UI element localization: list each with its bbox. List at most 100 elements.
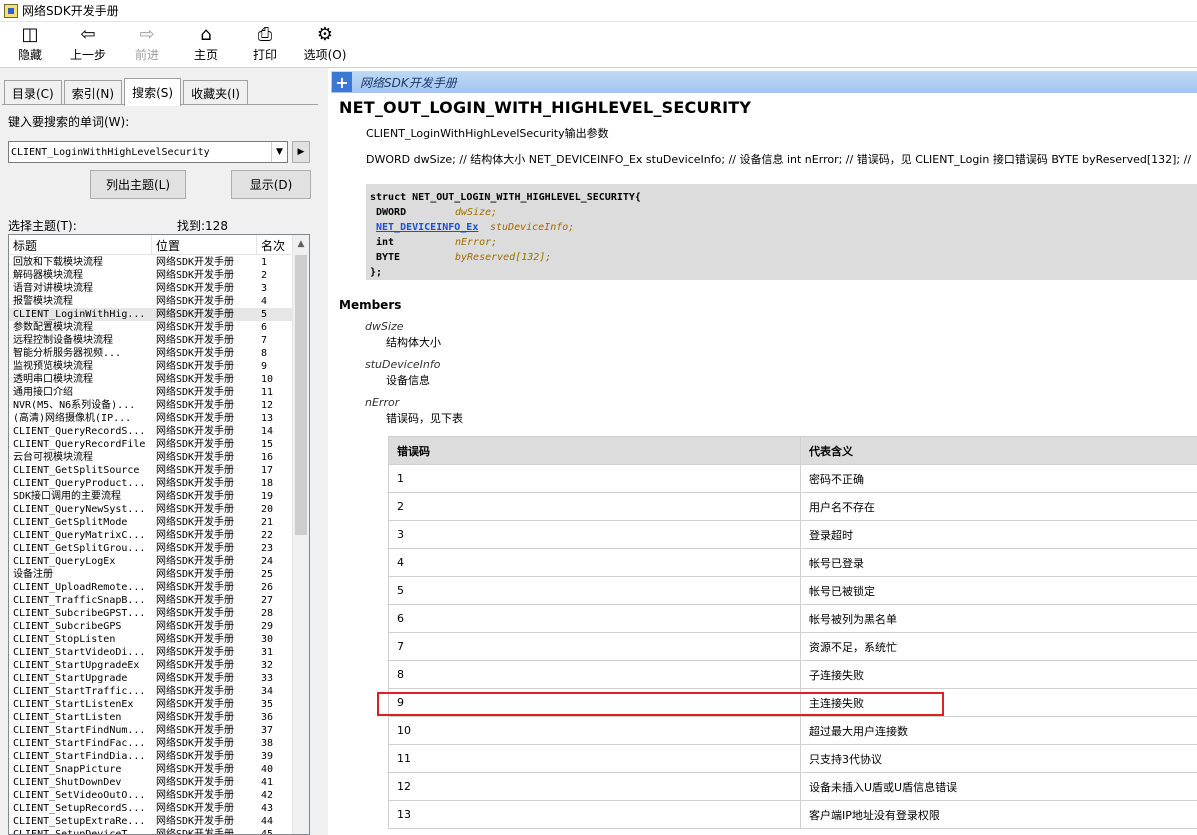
list-item[interactable]: (高清)网络摄像机(IP... 网络SDK开发手册 13 <box>9 412 294 425</box>
results-list[interactable]: 标题 位置 名次 回放和下载模块流程 网络SDK开发手册 1 解码器模块流程 网络SDK… <box>8 234 310 835</box>
error-meaning-cell: 密码不正确 <box>800 464 1197 493</box>
list-item[interactable]: 监视预览模块流程 网络SDK开发手册 9 <box>9 360 294 373</box>
list-item[interactable]: 智能分析服务器视频... 网络SDK开发手册 8 <box>9 347 294 360</box>
list-item[interactable]: CLIENT_StopListen 网络SDK开发手册 30 <box>9 633 294 646</box>
topic-banner: + 网络SDK开发手册 <box>331 71 1197 93</box>
list-item[interactable]: CLIENT_TrafficSnapB... 网络SDK开发手册 27 <box>9 594 294 607</box>
error-meaning-cell: 客户端IP地址没有登录权限 <box>800 800 1197 829</box>
list-item[interactable]: CLIENT_QueryLogEx 网络SDK开发手册 24 <box>9 555 294 568</box>
tab-search[interactable]: 搜索(S) <box>124 78 182 106</box>
app-icon <box>4 3 18 18</box>
hide-button[interactable]: ◫ 隐藏 <box>14 24 46 66</box>
list-item[interactable]: CLIENT_StartTraffic... 网络SDK开发手册 34 <box>9 685 294 698</box>
result-title: CLIENT_SetupRecordS... <box>13 803 146 814</box>
back-button[interactable]: ⇦ 上一步 <box>66 24 110 66</box>
result-title: 远程控制设备模块流程 <box>13 335 113 346</box>
result-title: CLIENT_QueryMatrixC... <box>13 530 146 541</box>
list-item[interactable]: 云台可视模块流程 网络SDK开发手册 16 <box>9 451 294 464</box>
search-go-button[interactable]: ▶ <box>292 141 310 163</box>
error-code-cell: 11 <box>388 744 801 773</box>
list-item[interactable]: CLIENT_StartFindNum... 网络SDK开发手册 37 <box>9 724 294 737</box>
tab-favorites[interactable]: 收藏夹(I) <box>183 80 248 106</box>
list-item[interactable]: CLIENT_StartFindDia... 网络SDK开发手册 39 <box>9 750 294 763</box>
list-item[interactable]: CLIENT_SnapPicture 网络SDK开发手册 40 <box>9 763 294 776</box>
list-item[interactable]: CLIENT_StartListenEx 网络SDK开发手册 35 <box>9 698 294 711</box>
list-item[interactable]: 报警模块流程 网络SDK开发手册 4 <box>9 295 294 308</box>
found-count: 找到:128 <box>177 219 228 233</box>
list-item[interactable]: 回放和下载模块流程 网络SDK开发手册 1 <box>9 256 294 269</box>
list-topics-button[interactable]: 列出主题(L) <box>90 170 186 199</box>
result-location: 网络SDK开发手册 <box>156 634 235 645</box>
list-item[interactable]: 远程控制设备模块流程 网络SDK开发手册 7 <box>9 334 294 347</box>
result-title: CLIENT_StartVideoDi... <box>13 647 146 658</box>
expand-plus-icon[interactable]: + <box>332 72 352 92</box>
error-code-cell: 8 <box>388 660 801 689</box>
home-button[interactable]: ⌂ 主页 <box>190 24 222 66</box>
list-item[interactable]: CLIENT_GetSplitSource 网络SDK开发手册 17 <box>9 464 294 477</box>
print-label: 打印 <box>252 48 277 62</box>
list-item[interactable]: CLIENT_SubcribeGPS 网络SDK开发手册 29 <box>9 620 294 633</box>
options-icon: ⚙ <box>316 24 334 45</box>
scroll-up-icon[interactable]: ▲ <box>293 235 309 252</box>
table-row: 8 子连接失败 <box>388 660 1197 689</box>
result-title: CLIENT_QueryLogEx <box>13 556 116 567</box>
options-button[interactable]: ⚙ 选项(O) <box>302 24 348 66</box>
pane-splitter[interactable] <box>320 68 328 835</box>
list-item[interactable]: CLIENT_SubcribeGPST... 网络SDK开发手册 28 <box>9 607 294 620</box>
list-item[interactable]: CLIENT_SetupExtraRe... 网络SDK开发手册 44 <box>9 815 294 828</box>
list-item[interactable]: 透明串口模块流程 网络SDK开发手册 10 <box>9 373 294 386</box>
col-title-header[interactable]: 标题 <box>9 235 152 255</box>
list-item[interactable]: CLIENT_GetSplitGrou... 网络SDK开发手册 23 <box>9 542 294 555</box>
table-row: 6 帐号被列为黑名单 <box>388 604 1197 633</box>
list-item[interactable]: CLIENT_QueryNewSyst... 网络SDK开发手册 20 <box>9 503 294 516</box>
list-item[interactable]: CLIENT_SetupRecordS... 网络SDK开发手册 43 <box>9 802 294 815</box>
dropdown-arrow-icon[interactable]: ▼ <box>271 142 287 162</box>
list-item[interactable]: CLIENT_SetVideoOutO... 网络SDK开发手册 42 <box>9 789 294 802</box>
list-item[interactable]: CLIENT_StartFindFac... 网络SDK开发手册 38 <box>9 737 294 750</box>
list-item[interactable]: CLIENT_StartListen 网络SDK开发手册 36 <box>9 711 294 724</box>
list-item[interactable]: CLIENT_UploadRemote... 网络SDK开发手册 26 <box>9 581 294 594</box>
list-item[interactable]: CLIENT_LoginWithHig... 网络SDK开发手册 5 <box>9 308 294 321</box>
col-rank-header[interactable]: 名次 <box>257 235 294 255</box>
table-row: 9 主连接失败 <box>388 688 1197 717</box>
back-arrow-icon: ⇦ <box>80 24 96 45</box>
result-rank: 1 <box>261 257 268 268</box>
display-button[interactable]: 显示(D) <box>231 170 311 199</box>
list-item[interactable]: CLIENT_GetSplitMode 网络SDK开发手册 21 <box>9 516 294 529</box>
result-rank: 25 <box>261 569 274 580</box>
list-item[interactable]: CLIENT_QueryMatrixC... 网络SDK开发手册 22 <box>9 529 294 542</box>
list-item[interactable]: 通用接口介绍 网络SDK开发手册 11 <box>9 386 294 399</box>
play-arrow-icon: ▶ <box>297 147 305 157</box>
net-deviceinfo-ex-link[interactable]: NET_DEVICEINFO_Ex <box>370 220 490 235</box>
error-code-cell: 5 <box>388 576 801 605</box>
list-item[interactable]: NVR(M5、N6系列设备)... 网络SDK开发手册 12 <box>9 399 294 412</box>
list-item[interactable]: CLIENT_StartUpgrade 网络SDK开发手册 33 <box>9 672 294 685</box>
list-item[interactable]: CLIENT_QueryRecordFile 网络SDK开发手册 15 <box>9 438 294 451</box>
member-name: stuDeviceInfo <box>365 358 441 371</box>
list-item[interactable]: CLIENT_ShutDownDev 网络SDK开发手册 41 <box>9 776 294 789</box>
scroll-thumb[interactable] <box>295 255 307 535</box>
tab-contents[interactable]: 目录(C) <box>4 80 62 106</box>
list-item[interactable]: SDK接口调用的主要流程 网络SDK开发手册 19 <box>9 490 294 503</box>
error-code-cell: 2 <box>388 492 801 521</box>
list-item[interactable]: CLIENT_QueryRecordS... 网络SDK开发手册 14 <box>9 425 294 438</box>
list-item[interactable]: 设备注册 网络SDK开发手册 25 <box>9 568 294 581</box>
forward-button[interactable]: ⇨ 前进 <box>130 24 164 66</box>
code-field-type: BYTE <box>376 252 401 263</box>
list-item[interactable]: 解码器模块流程 网络SDK开发手册 2 <box>9 269 294 282</box>
code-field-type: int <box>376 237 395 248</box>
result-rank: 17 <box>261 465 274 476</box>
col-location-header[interactable]: 位置 <box>152 235 257 255</box>
list-item[interactable]: CLIENT_StartUpgradeEx 网络SDK开发手册 32 <box>9 659 294 672</box>
list-item[interactable]: 参数配置模块流程 网络SDK开发手册 6 <box>9 321 294 334</box>
result-rank: 20 <box>261 504 274 515</box>
member-name: dwSize <box>365 320 404 333</box>
results-scrollbar[interactable]: ▲ <box>292 235 309 834</box>
print-button[interactable]: ⎙ 打印 <box>250 24 280 66</box>
list-item[interactable]: CLIENT_SetupDeviceT... 网络SDK开发手册 45 <box>9 828 294 834</box>
tab-index[interactable]: 索引(N) <box>63 80 123 106</box>
list-item[interactable]: CLIENT_QueryProduct... 网络SDK开发手册 18 <box>9 477 294 490</box>
list-item[interactable]: CLIENT_StartVideoDi... 网络SDK开发手册 31 <box>9 646 294 659</box>
list-item[interactable]: 语音对讲模块流程 网络SDK开发手册 3 <box>9 282 294 295</box>
search-input[interactable]: CLIENT_LoginWithHighLevelSecurity ▼ <box>8 141 288 163</box>
